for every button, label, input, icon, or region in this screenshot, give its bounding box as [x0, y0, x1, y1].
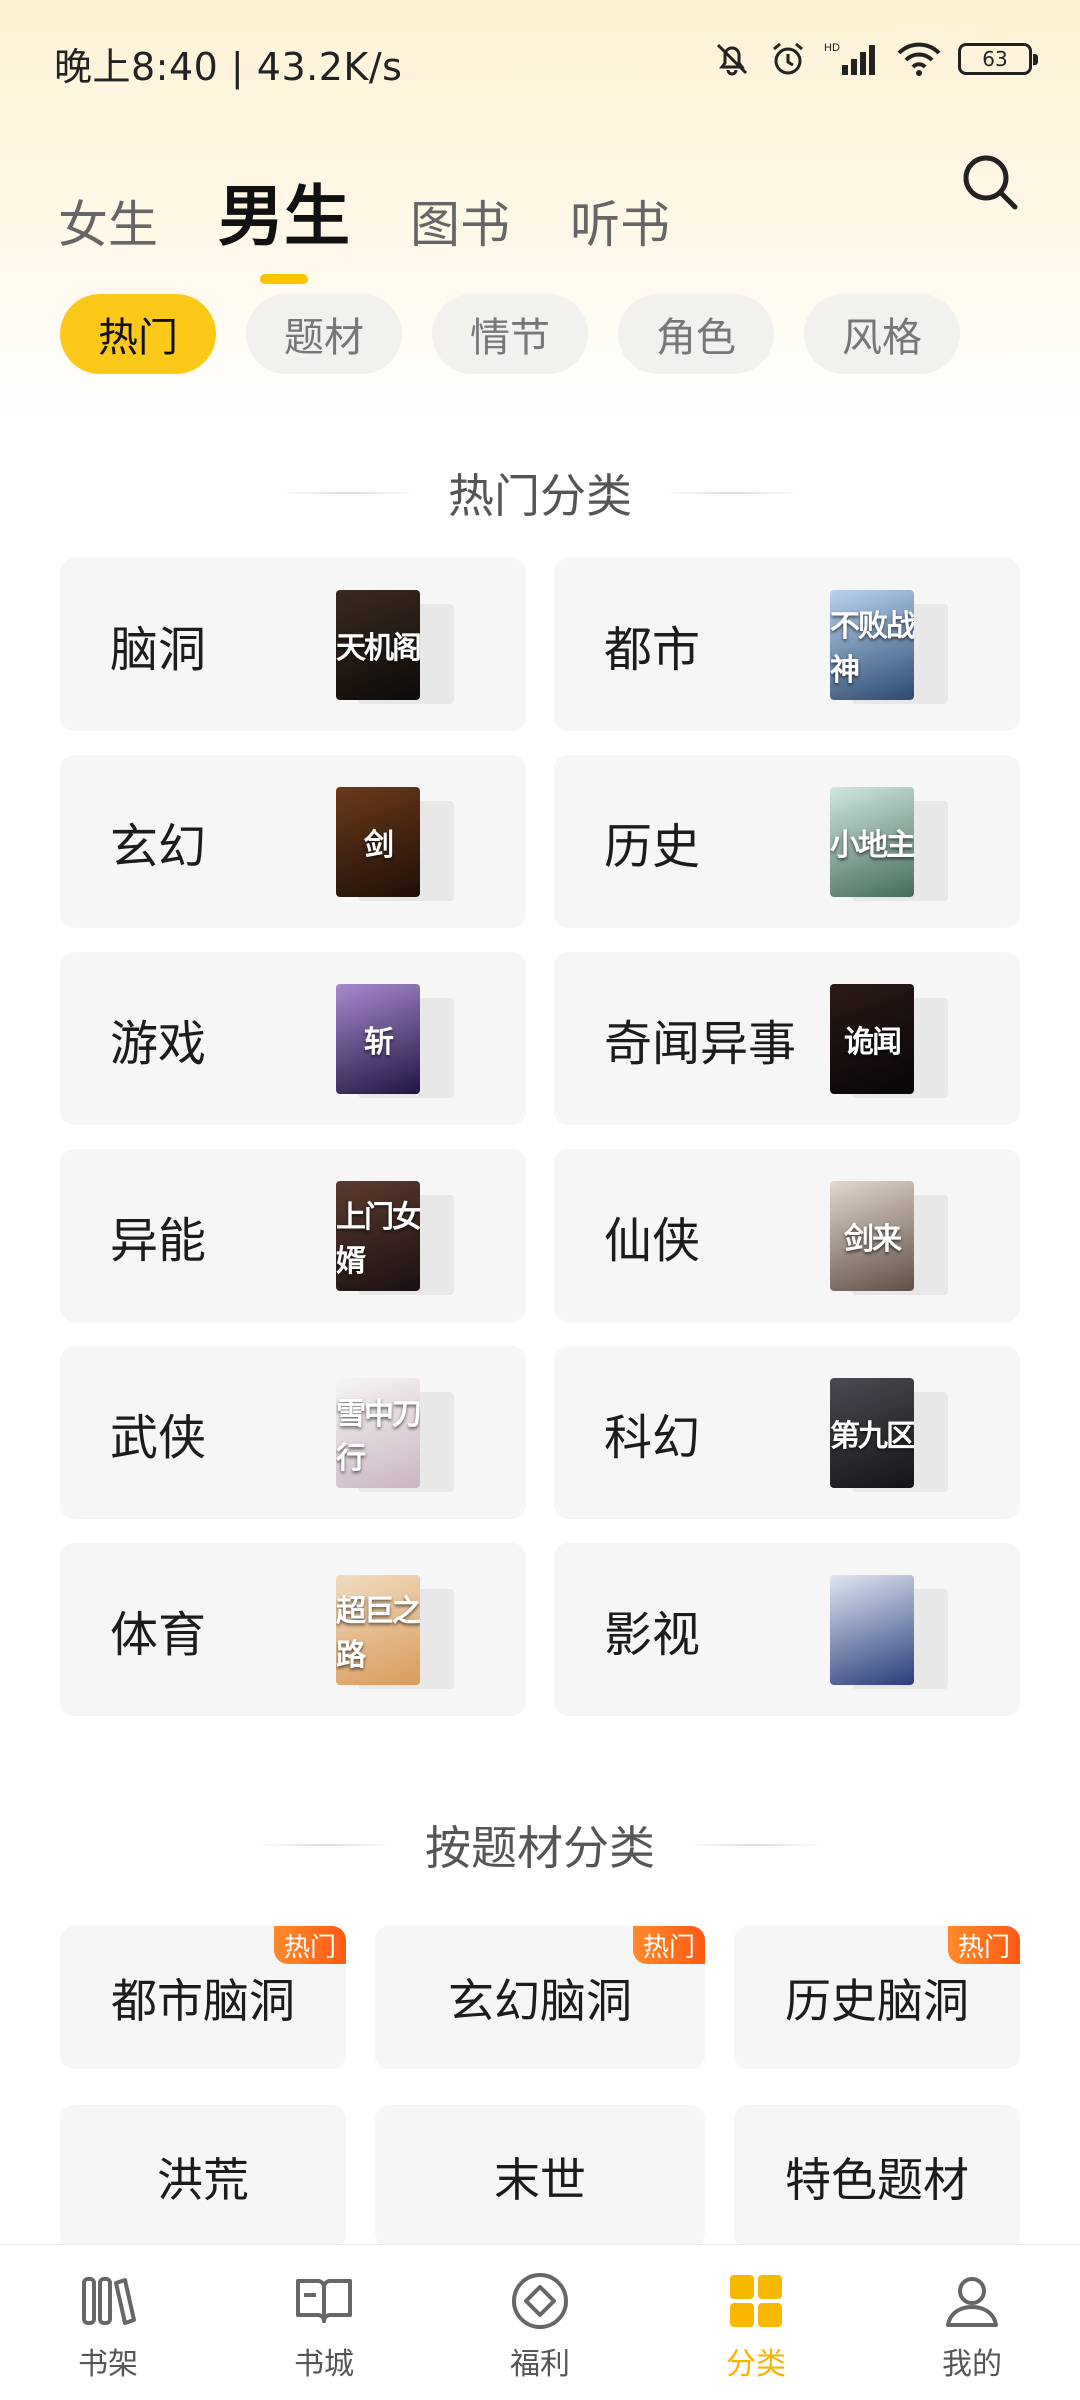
category-card[interactable]: 历史 小地主: [554, 755, 1020, 928]
book-cover: 小地主: [830, 787, 914, 897]
nav-profile[interactable]: 我的: [864, 2245, 1080, 2400]
book-cover: 第九区: [830, 1378, 914, 1488]
book-cover: 雪中刀行: [336, 1378, 420, 1488]
hot-badge: 热门: [273, 1926, 346, 1964]
section-topic-title: 按题材分类: [0, 1812, 1080, 1878]
wifi-icon: [897, 42, 941, 76]
category-label: 奇闻异事: [604, 1015, 797, 1072]
category-card[interactable]: 玄幻 剑: [60, 755, 526, 928]
hot-badge: 热门: [632, 1926, 705, 1964]
topic-label: 都市脑洞: [111, 1973, 295, 2028]
category-grid-icon: [730, 2275, 782, 2327]
signal-icon: HD: [824, 42, 875, 75]
category-label: 游戏: [110, 1015, 207, 1072]
section-hot-title: 热门分类: [0, 460, 1080, 526]
book-cover: 诡闻: [830, 984, 914, 1094]
section-topic-label: 按题材分类: [425, 1821, 655, 1875]
tab-books[interactable]: 图书: [410, 200, 510, 250]
category-label: 异能: [110, 1212, 207, 1269]
topic-label: 末世: [494, 2152, 586, 2207]
welfare-diamond-icon: [512, 2273, 568, 2329]
hot-badge: 热门: [947, 1926, 1020, 1964]
topic-card[interactable]: 洪荒: [60, 2105, 346, 2248]
status-bar: 晚上8:40 | 43.2K/s HD 63: [0, 0, 1080, 120]
nav-welfare-label: 福利: [510, 2347, 570, 2382]
filter-style[interactable]: 风格: [804, 294, 960, 374]
profile-icon: [946, 2277, 998, 2327]
section-hot-label: 热门分类: [448, 469, 632, 523]
nav-bookstore[interactable]: 书城: [216, 2245, 432, 2400]
topic-grid: 都市脑洞 热门 玄幻脑洞 热门 历史脑洞 热门 洪荒 末世 特色题材: [60, 1926, 1020, 2248]
nav-category-label: 分类: [726, 2347, 786, 2382]
bottom-nav: 书架 书城 福利 分类 我的: [0, 2244, 1080, 2400]
category-label: 武侠: [110, 1409, 207, 1466]
topic-label: 历史脑洞: [785, 1973, 969, 2028]
category-card[interactable]: 都市 不败战神: [554, 558, 1020, 731]
book-cover: [830, 1575, 914, 1685]
bookshelf-icon: [82, 2277, 136, 2325]
tab-male[interactable]: 男生: [218, 184, 350, 250]
filter-hot[interactable]: 热门: [60, 294, 216, 374]
mute-bell-icon: [716, 43, 748, 76]
book-cover: 剑: [336, 787, 420, 897]
category-card[interactable]: 武侠 雪中刀行: [60, 1346, 526, 1519]
category-label: 都市: [604, 621, 701, 678]
divider: [278, 492, 418, 494]
category-card[interactable]: 脑洞 天机阁: [60, 558, 526, 731]
category-label: 仙侠: [604, 1212, 701, 1269]
nav-welfare[interactable]: 福利: [432, 2245, 648, 2400]
filter-chips: 热门 题材 情节 角色 风格: [60, 294, 960, 374]
divider: [685, 1844, 825, 1846]
topic-card[interactable]: 历史脑洞 热门: [734, 1926, 1020, 2069]
category-card[interactable]: 影视: [554, 1543, 1020, 1716]
nav-profile-label: 我的: [942, 2347, 1002, 2382]
category-label: 体育: [110, 1606, 207, 1663]
nav-bookshelf[interactable]: 书架: [0, 2245, 216, 2400]
svg-text:HD: HD: [824, 42, 840, 54]
category-card[interactable]: 体育 超巨之路: [60, 1543, 526, 1716]
topic-label: 洪荒: [157, 2152, 249, 2207]
topic-label: 玄幻脑洞: [448, 1973, 632, 2028]
book-cover: 天机阁: [336, 590, 420, 700]
filter-topic[interactable]: 题材: [246, 294, 402, 374]
category-label: 科幻: [604, 1409, 701, 1466]
category-card[interactable]: 游戏 斩: [60, 952, 526, 1125]
open-book-icon: [296, 2279, 352, 2323]
status-time: 晚上8:40 | 43.2K/s: [54, 45, 403, 89]
topic-card[interactable]: 特色题材: [734, 2105, 1020, 2248]
alarm-icon: [773, 42, 803, 75]
book-cover: 剑来: [830, 1181, 914, 1291]
battery-icon: 63: [958, 43, 1038, 75]
nav-category[interactable]: 分类: [648, 2245, 864, 2400]
divider: [255, 1844, 395, 1846]
category-card[interactable]: 科幻 第九区: [554, 1346, 1020, 1519]
book-cover: 不败战神: [830, 590, 914, 700]
status-icons: HD 63: [712, 34, 1038, 84]
topic-label: 特色题材: [785, 2152, 969, 2207]
divider: [662, 492, 802, 494]
hot-category-grid: 脑洞 天机阁 都市 不败战神玄幻 剑 历史 小地主游戏 斩 奇闻异事 诡闻异能 上门女婿 仙侠 剑来武侠…: [60, 558, 1020, 1716]
tab-female[interactable]: 女生: [58, 200, 158, 250]
book-cover: 斩: [336, 984, 420, 1094]
filter-role[interactable]: 角色: [618, 294, 774, 374]
category-label: 脑洞: [110, 621, 207, 678]
topic-card[interactable]: 玄幻脑洞 热门: [375, 1926, 705, 2069]
topic-card[interactable]: 末世: [375, 2105, 705, 2248]
category-label: 影视: [604, 1606, 701, 1663]
category-label: 历史: [604, 818, 701, 875]
topic-card[interactable]: 都市脑洞 热门: [60, 1926, 346, 2069]
tab-audiobooks[interactable]: 听书: [570, 200, 670, 250]
filter-plot[interactable]: 情节: [432, 294, 588, 374]
book-cover: 超巨之路: [336, 1575, 420, 1685]
category-card[interactable]: 仙侠 剑来: [554, 1149, 1020, 1322]
category-label: 玄幻: [110, 818, 207, 875]
top-tabs: 女生 男生 图书 听书: [58, 140, 730, 251]
category-card[interactable]: 奇闻异事 诡闻: [554, 952, 1020, 1125]
category-card[interactable]: 异能 上门女婿: [60, 1149, 526, 1322]
search-icon[interactable]: [960, 152, 1020, 212]
nav-bookstore-label: 书城: [294, 2347, 354, 2382]
nav-bookshelf-label: 书架: [78, 2347, 138, 2382]
book-cover: 上门女婿: [336, 1181, 420, 1291]
